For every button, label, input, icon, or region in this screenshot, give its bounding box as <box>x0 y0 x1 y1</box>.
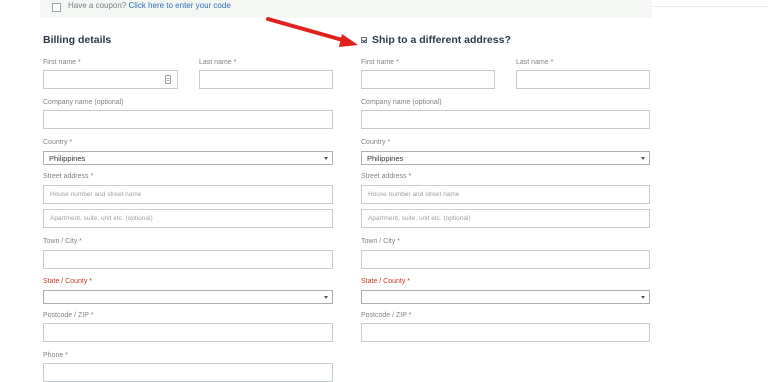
shipping-country-select[interactable]: Philippines <box>361 151 650 165</box>
shipping-street-placeholder-1: House number and street name <box>368 191 460 198</box>
billing-country-label: Country * <box>43 139 73 146</box>
shipping-country-label: Country * <box>361 139 391 146</box>
chevron-down-icon <box>641 157 645 160</box>
coupon-checkbox-icon <box>52 3 61 12</box>
billing-state-select[interactable] <box>43 290 333 304</box>
billing-city-input[interactable] <box>43 250 333 269</box>
shipping-city-input[interactable] <box>361 250 650 269</box>
shipping-street-input-2[interactable]: Apartment, suite, unit etc. (optional) <box>361 209 650 228</box>
shipping-country-value: Philippines <box>367 154 404 163</box>
divider <box>652 6 768 7</box>
billing-first-name-label: First name * <box>43 59 81 66</box>
billing-street-placeholder-2: Apartment, suite, unit etc. (optional) <box>50 215 153 222</box>
chevron-down-icon <box>641 296 645 299</box>
billing-phone-label: Phone * <box>43 352 68 359</box>
billing-state-label: State / County * <box>43 278 93 285</box>
billing-company-input[interactable] <box>43 110 333 129</box>
billing-street-label: Street address * <box>43 173 94 180</box>
shipping-state-label: State / County * <box>361 278 411 285</box>
billing-last-name-input[interactable] <box>199 70 333 89</box>
red-arrow-annotation <box>266 17 358 47</box>
billing-heading: Billing details <box>43 34 112 46</box>
billing-last-name-label: Last name * <box>199 59 237 66</box>
card-icon <box>165 75 171 84</box>
billing-city-label: Town / City * <box>43 238 82 245</box>
shipping-company-input[interactable] <box>361 110 650 129</box>
shipping-company-label: Company name (optional) <box>361 99 442 106</box>
shipping-street-placeholder-2: Apartment, suite, unit etc. (optional) <box>368 215 471 222</box>
shipping-first-name-input[interactable] <box>361 70 495 89</box>
coupon-text: Have a coupon? Click here to enter your … <box>68 1 231 10</box>
billing-first-name-input[interactable] <box>43 70 178 89</box>
shipping-last-name-label: Last name * <box>516 59 554 66</box>
billing-company-label: Company name (optional) <box>43 99 124 106</box>
shipping-city-label: Town / City * <box>361 238 400 245</box>
coupon-link[interactable]: Click here to enter your code <box>129 1 231 10</box>
coupon-prompt: Have a coupon? <box>68 1 127 10</box>
billing-postcode-input[interactable] <box>43 323 333 342</box>
billing-country-value: Philippines <box>49 154 86 163</box>
billing-phone-input[interactable] <box>43 363 333 382</box>
chevron-down-icon <box>324 296 328 299</box>
shipping-street-input-1[interactable]: House number and street name <box>361 185 650 204</box>
billing-street-placeholder-1: House number and street name <box>50 191 142 198</box>
shipping-first-name-label: First name * <box>361 59 399 66</box>
billing-country-select[interactable]: Philippines <box>43 151 333 165</box>
shipping-street-label: Street address * <box>361 173 412 180</box>
billing-postcode-label: Postcode / ZIP * <box>43 312 94 319</box>
chevron-down-icon <box>324 157 328 160</box>
shipping-heading: Ship to a different address? <box>372 34 511 46</box>
shipping-postcode-input[interactable] <box>361 323 650 342</box>
billing-street-input-2[interactable]: Apartment, suite, unit etc. (optional) <box>43 209 333 228</box>
billing-street-input-1[interactable]: House number and street name <box>43 185 333 204</box>
shipping-postcode-label: Postcode / ZIP * <box>361 312 412 319</box>
shipping-state-select[interactable] <box>361 290 650 304</box>
shipping-last-name-input[interactable] <box>516 70 650 89</box>
ship-different-checkbox[interactable] <box>361 37 367 43</box>
